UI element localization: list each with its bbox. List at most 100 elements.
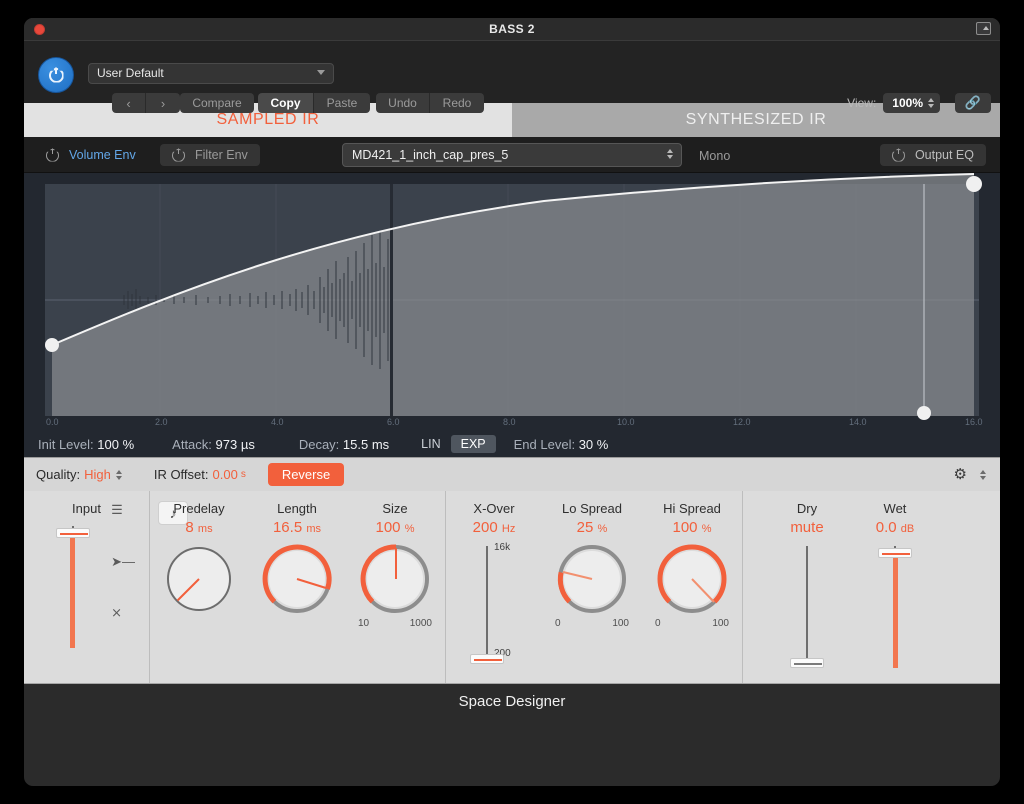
volume-env-tab[interactable]: Volume Env: [34, 144, 148, 166]
size-label: Size: [382, 501, 408, 516]
hi-spread-range: 0 100: [655, 618, 729, 629]
lo-spread-control[interactable]: Lo Spread 25 % 0 100: [542, 491, 642, 683]
cross-icon[interactable]: ⨯: [111, 606, 135, 619]
settings-control: ⚙: [954, 467, 986, 482]
filter-env-tab[interactable]: Filter Env: [160, 144, 260, 166]
gear-icon[interactable]: ⚙: [954, 467, 967, 482]
compare-button[interactable]: Compare: [180, 93, 254, 113]
xover-slider[interactable]: 16k 200: [464, 542, 524, 664]
stepper-icon: [667, 149, 673, 159]
slider-fill: [892, 554, 898, 668]
close-icon[interactable]: [34, 24, 45, 35]
hi-spread-knob[interactable]: [655, 542, 729, 616]
predelay-value: 8 ms: [185, 519, 213, 536]
prev-preset-button[interactable]: ‹: [112, 93, 146, 113]
reverse-button[interactable]: Reverse: [267, 463, 345, 486]
plugin-window: BASS 2 User Default ‹ › Compare Copy Pas…: [24, 18, 1000, 786]
chevron-down-icon: [317, 70, 325, 75]
size-knob[interactable]: [358, 542, 432, 616]
preset-nav-group: ‹ ›: [112, 93, 180, 113]
power-icon[interactable]: [891, 148, 905, 162]
hi-spread-range-min: 0: [655, 618, 661, 629]
exp-button[interactable]: EXP: [450, 435, 496, 453]
output-eq-label: Output EQ: [914, 148, 974, 162]
xover-value: 200 Hz: [472, 519, 516, 536]
spread-section: X-Over 200 Hz 16k 200 Lo Spread 25 %: [446, 491, 743, 683]
slider-handle[interactable]: [878, 548, 912, 558]
copy-button[interactable]: Copy: [258, 93, 314, 113]
quality-value[interactable]: High: [84, 467, 111, 482]
view-zoom-stepper[interactable]: 100%: [883, 93, 940, 113]
power-button[interactable]: [38, 57, 74, 93]
slider-handle[interactable]: [790, 658, 824, 668]
hi-spread-value: 100 %: [672, 519, 712, 536]
undo-button[interactable]: Undo: [376, 93, 430, 113]
slider-handle[interactable]: [470, 654, 504, 664]
wet-slider[interactable]: [872, 546, 918, 668]
size-range-min: 10: [358, 618, 370, 629]
size-control[interactable]: Size 100 % 10 1000: [346, 491, 444, 683]
envelope-graph[interactable]: [24, 173, 1000, 457]
expand-icon[interactable]: [976, 22, 991, 35]
xover-control[interactable]: X-Over 200 Hz 16k 200: [446, 491, 542, 683]
stereo-icon[interactable]: ☰: [111, 503, 135, 516]
ruler-tick: 14.0: [849, 417, 867, 427]
ir-offset-label: IR Offset:: [153, 467, 209, 482]
quality-stepper[interactable]: [115, 469, 122, 480]
ruler-tick: 16.0: [965, 417, 983, 427]
merge-icon[interactable]: ➤—: [111, 555, 135, 568]
redo-button[interactable]: Redo: [430, 93, 484, 113]
plugin-name: Space Designer: [458, 693, 566, 710]
wet-label: Wet: [883, 501, 907, 516]
preset-selector[interactable]: User Default: [88, 63, 334, 84]
window-title: BASS 2: [489, 22, 535, 36]
input-section: Input ☰ ➤— ⨯: [24, 491, 150, 683]
curve-mode-group: LIN EXP: [411, 435, 496, 453]
ruler-tick: 10.0: [617, 417, 635, 427]
predelay-control[interactable]: Predelay 8 ms: [150, 491, 248, 683]
ir-file-name: MD421_1_inch_cap_pres_5: [352, 148, 509, 162]
ruler-tick: 12.0: [733, 417, 751, 427]
decay-field[interactable]: Decay: 15.5 ms: [299, 437, 389, 452]
link-button[interactable]: 🔗: [955, 93, 991, 113]
input-slider[interactable]: [50, 526, 96, 648]
decay-value: 15.5 ms: [342, 436, 390, 452]
channel-mode-label: Mono: [699, 149, 731, 163]
mix-section: Dry mute Wet 0.0 dB: [743, 491, 1000, 683]
ir-offset-value[interactable]: 0.00: [213, 467, 238, 482]
preset-name: User Default: [97, 66, 164, 80]
end-level-field[interactable]: End Level: 30 %: [514, 437, 609, 452]
next-preset-button[interactable]: ›: [146, 93, 180, 113]
power-icon[interactable]: [46, 148, 59, 162]
predelay-knob[interactable]: [162, 542, 236, 616]
ruler-tick: 4.0: [271, 417, 284, 427]
size-value: 100 %: [375, 519, 415, 536]
dry-slider[interactable]: [784, 546, 830, 668]
length-control[interactable]: Length 16.5 ms: [248, 491, 346, 683]
init-level-label: Init Level:: [38, 436, 94, 452]
predelay-label: Predelay: [173, 501, 225, 516]
lo-spread-knob[interactable]: [555, 542, 629, 616]
envelope-display[interactable]: 0.0 2.0 4.0 6.0 8.0 10.0 12.0 14.0 16.0 …: [24, 173, 1000, 457]
attack-field[interactable]: Attack: 973 µs: [172, 437, 255, 452]
power-icon[interactable]: [172, 148, 185, 162]
output-eq-tab[interactable]: Output EQ: [879, 144, 986, 166]
ir-file-selector[interactable]: MD421_1_inch_cap_pres_5: [342, 143, 682, 167]
length-value: 16.5 ms: [272, 519, 322, 536]
lo-spread-range-max: 100: [612, 618, 629, 629]
dry-label: Dry: [796, 501, 818, 516]
time-section: ♪ Predelay 8 ms Length 16.5 ms Size 100 …: [150, 491, 446, 683]
decay-label: Decay:: [298, 436, 340, 452]
lin-button[interactable]: LIN: [411, 435, 450, 453]
paste-button[interactable]: Paste: [314, 93, 370, 113]
init-level-value: 100 %: [97, 436, 135, 452]
wet-control: Wet 0.0 dB: [851, 491, 939, 683]
init-level-field[interactable]: Init Level: 100 %: [38, 437, 134, 452]
dry-value: mute: [790, 519, 824, 536]
slider-handle[interactable]: [55, 528, 90, 538]
settings-stepper[interactable]: [980, 469, 986, 480]
length-knob[interactable]: [260, 542, 334, 616]
hi-spread-control[interactable]: Hi Spread 100 % 0 100: [642, 491, 742, 683]
size-range: 10 1000: [358, 618, 432, 629]
wet-value: 0.0 dB: [875, 519, 915, 536]
